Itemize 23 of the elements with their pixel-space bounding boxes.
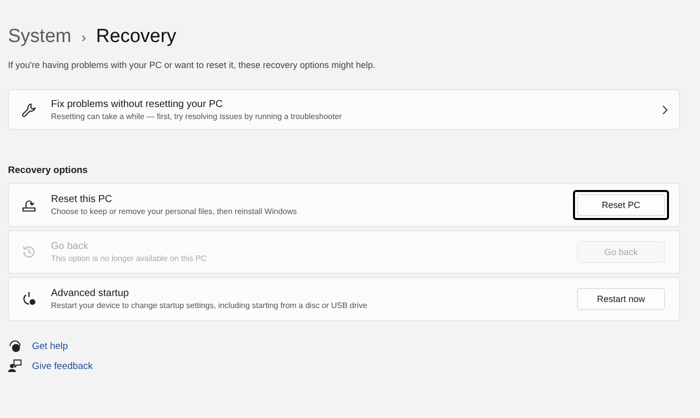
feedback-icon xyxy=(8,359,22,373)
breadcrumb-parent[interactable]: System xyxy=(8,26,72,48)
help-link[interactable]: Get help xyxy=(32,340,68,352)
help-icon xyxy=(8,339,22,353)
option-title: Go back xyxy=(51,241,90,252)
troubleshoot-card[interactable]: Fix problems without resetting your PC Resetting can take a while — first, try resolving issues by running a troubleshooter xyxy=(8,89,680,130)
wrench-icon xyxy=(21,102,37,118)
action-button[interactable]: Restart now xyxy=(577,288,665,310)
option-title: Advanced startup xyxy=(51,288,130,299)
help-link[interactable]: Give feedback xyxy=(32,360,93,372)
page-title: Recovery xyxy=(96,26,176,48)
section-title: Recovery options xyxy=(8,165,88,176)
option-subtitle: This option is no longer available on this PC xyxy=(51,254,208,263)
card-title: Fix problems without resetting your PC xyxy=(51,98,224,110)
card-subtitle: Resetting can take a while — first, try resolving issues by running a troubleshooter xyxy=(51,112,343,120)
history-icon xyxy=(21,244,37,260)
breadcrumb-separator: › xyxy=(81,29,86,45)
chevron-right-icon xyxy=(661,104,669,114)
page-description: If you're having problems with your PC or want to reset it, these recovery options might help. xyxy=(8,60,376,70)
action-button[interactable]: Reset PC xyxy=(577,194,665,216)
option-subtitle: Choose to keep or remove your personal files, then reinstall Windows xyxy=(51,207,298,216)
option-title: Reset this PC xyxy=(51,194,114,205)
option-subtitle: Restart your device to change startup settings, including starting from a disc or USB drive xyxy=(51,301,368,310)
